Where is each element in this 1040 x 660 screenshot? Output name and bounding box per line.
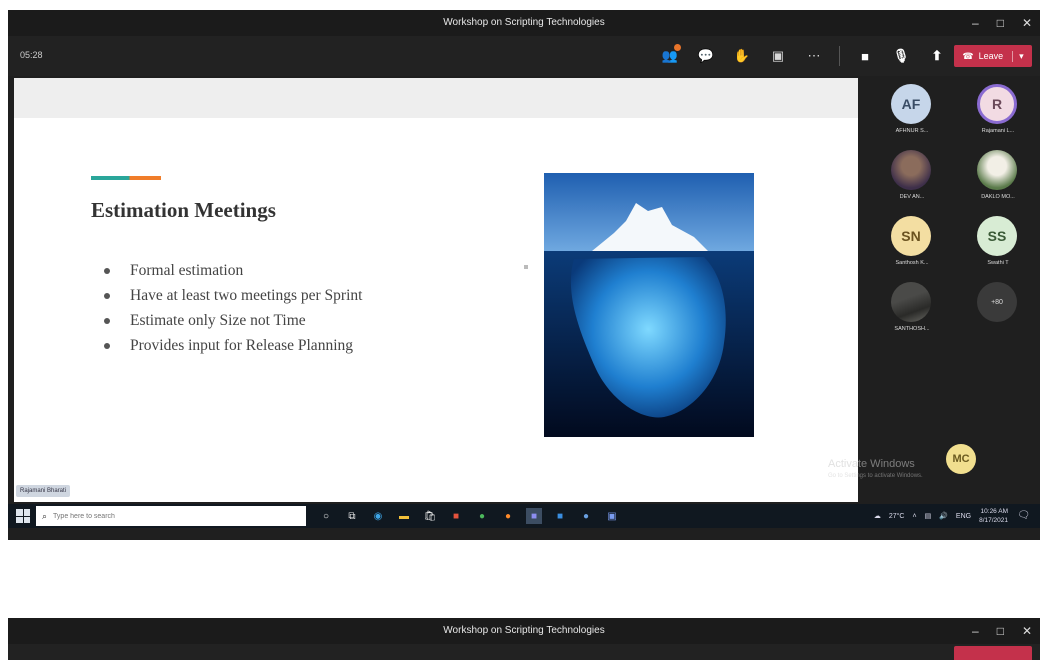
windows-start-icon[interactable] <box>16 509 30 523</box>
participant-name: DEV AN... <box>899 194 925 200</box>
bullet-item: Have at least two meetings per Sprint <box>104 283 362 308</box>
camera-icon[interactable]: ■ <box>854 45 876 67</box>
people-icon[interactable]: 👥 <box>659 44 681 67</box>
participant-name: DAKLO MO... <box>981 194 1015 200</box>
volume-icon[interactable]: 🔊 <box>939 512 948 520</box>
slide-bullets: Formal estimation Have at least two meet… <box>104 258 362 358</box>
language-indicator[interactable]: ENG <box>956 513 971 520</box>
windows-taskbar: ⌕ ○ ⧉ ◉ ▬ 🛍 ■ ● ● ■ ■ ● ▣ ☁ 27°C ˄ ▤ 🔊 E… <box>8 504 1040 528</box>
powerpoint-icon[interactable]: ■ <box>448 508 464 524</box>
participant-tile[interactable]: R Rajamani L... <box>954 78 1040 144</box>
share-icon[interactable]: ⬆ <box>926 45 948 67</box>
system-tray: ☁ 27°C ˄ ▤ 🔊 ENG 10:26 AM 8/17/2021 <box>874 506 1008 526</box>
close-icon[interactable]: ✕ <box>1022 618 1032 644</box>
chat-icon[interactable]: 💬 <box>695 45 717 67</box>
window-title: Workshop on Scripting Technologies <box>443 17 605 28</box>
window-titlebar: Workshop on Scripting Technologies – □ ✕ <box>8 10 1040 36</box>
avatar: SS <box>977 216 1017 256</box>
avatar-photo <box>891 150 931 190</box>
leave-button[interactable] <box>954 646 1032 660</box>
participant-roster: AF AFHNUR S... R Rajamani L... DEV AN...… <box>868 78 1040 502</box>
participant-tile[interactable]: SANTHOSH... <box>868 276 954 342</box>
meeting-toolbar: 05:28 👥 💬 ✋ ▣ ⋯ ■ 🎙 ⬆ ☎ Leave ▾ <box>8 36 1040 76</box>
weather-icon[interactable]: ☁ <box>874 512 881 520</box>
presenter-name-tag: Rajamani Bharati <box>16 485 71 497</box>
minimize-icon[interactable]: – <box>972 10 979 36</box>
network-icon[interactable]: ▤ <box>925 512 932 520</box>
active-speaker-avatar[interactable]: MC <box>946 444 976 474</box>
edge-icon[interactable]: ◉ <box>370 508 386 524</box>
maximize-icon[interactable]: □ <box>997 618 1004 644</box>
reactions-icon[interactable]: ✋ <box>731 45 753 67</box>
meeting-toolbar <box>8 644 1040 660</box>
participant-name: Swathi T <box>987 260 1009 266</box>
toolbar-divider <box>839 46 840 66</box>
leave-button[interactable]: ☎ Leave ▾ <box>954 45 1032 67</box>
teams-window: Workshop on Scripting Technologies – □ ✕… <box>8 10 1040 540</box>
activate-windows-subtext: Go to Settings to activate Windows. <box>828 473 923 479</box>
participant-name: Santhosh K... <box>895 260 929 266</box>
participant-tile[interactable]: SN Santhosh K... <box>868 210 954 276</box>
chevron-down-icon[interactable]: ▾ <box>1012 50 1024 62</box>
chrome-icon[interactable]: ● <box>474 508 490 524</box>
iceberg-image <box>544 173 754 437</box>
participant-name: SANTHOSH... <box>894 326 930 332</box>
mic-icon[interactable]: 🎙 <box>890 45 912 67</box>
more-participants-tile[interactable]: +80 <box>954 276 1040 342</box>
title-accent-bar <box>91 176 161 180</box>
weather-temp[interactable]: 27°C <box>889 513 905 520</box>
slide-mark <box>524 265 528 269</box>
meeting-timer: 05:28 <box>20 50 43 60</box>
photos-icon[interactable]: ▣ <box>604 508 620 524</box>
activate-windows-watermark: Activate Windows <box>828 458 915 470</box>
teams-icon[interactable]: ■ <box>526 508 542 524</box>
phone-icon: ☎ <box>962 50 974 61</box>
word-icon[interactable]: ■ <box>552 508 568 524</box>
window-titlebar: Workshop on Scripting Technologies – □ ✕ <box>8 618 1040 644</box>
avatar: AF <box>891 84 931 124</box>
participant-name: AFHNUR S... <box>895 128 929 134</box>
bullet-item: Provides input for Release Planning <box>104 333 362 358</box>
maximize-icon[interactable]: □ <box>997 10 1004 36</box>
notification-dot <box>674 44 681 51</box>
participant-tile[interactable]: DEV AN... <box>868 144 954 210</box>
slide-header-band <box>14 78 858 118</box>
slide-title: Estimation Meetings <box>91 198 276 222</box>
window-title: Workshop on Scripting Technologies <box>443 625 605 636</box>
firefox-icon[interactable]: ● <box>500 508 516 524</box>
store-icon[interactable]: 🛍 <box>422 508 438 524</box>
taskbar-search[interactable]: ⌕ <box>36 506 306 526</box>
teams-window-second: Workshop on Scripting Technologies – □ ✕ <box>8 618 1040 660</box>
close-icon[interactable]: ✕ <box>1022 10 1032 36</box>
cortana-icon[interactable]: ○ <box>318 508 334 524</box>
avatar: R <box>977 84 1017 124</box>
rooms-icon[interactable]: ▣ <box>767 45 789 67</box>
minimize-icon[interactable]: – <box>972 618 979 644</box>
shared-slide: Estimation Meetings Formal estimation Ha… <box>14 78 858 502</box>
participant-tile[interactable]: SS Swathi T <box>954 210 1040 276</box>
taskbar-clock[interactable]: 10:26 AM 8/17/2021 <box>979 507 1008 525</box>
browser-icon[interactable]: ● <box>578 508 594 524</box>
notification-center-icon[interactable]: 🗨 <box>1017 510 1030 521</box>
file-explorer-icon[interactable]: ▬ <box>396 508 412 524</box>
bullet-item: Estimate only Size not Time <box>104 308 362 333</box>
avatar-photo <box>977 150 1017 190</box>
search-icon: ⌕ <box>42 510 48 521</box>
bullet-item: Formal estimation <box>104 258 362 283</box>
avatar: SN <box>891 216 931 256</box>
participant-tile[interactable]: AF AFHNUR S... <box>868 78 954 144</box>
search-input[interactable] <box>53 512 274 520</box>
leave-label: Leave <box>978 51 1004 61</box>
more-icon[interactable]: ⋯ <box>803 45 825 67</box>
task-view-icon[interactable]: ⧉ <box>344 508 360 524</box>
participant-name: Rajamani L... <box>981 128 1015 134</box>
avatar-photo <box>891 282 931 322</box>
chevron-up-icon[interactable]: ˄ <box>912 513 916 520</box>
more-participants-count: +80 <box>977 282 1017 322</box>
participant-tile[interactable]: DAKLO MO... <box>954 144 1040 210</box>
